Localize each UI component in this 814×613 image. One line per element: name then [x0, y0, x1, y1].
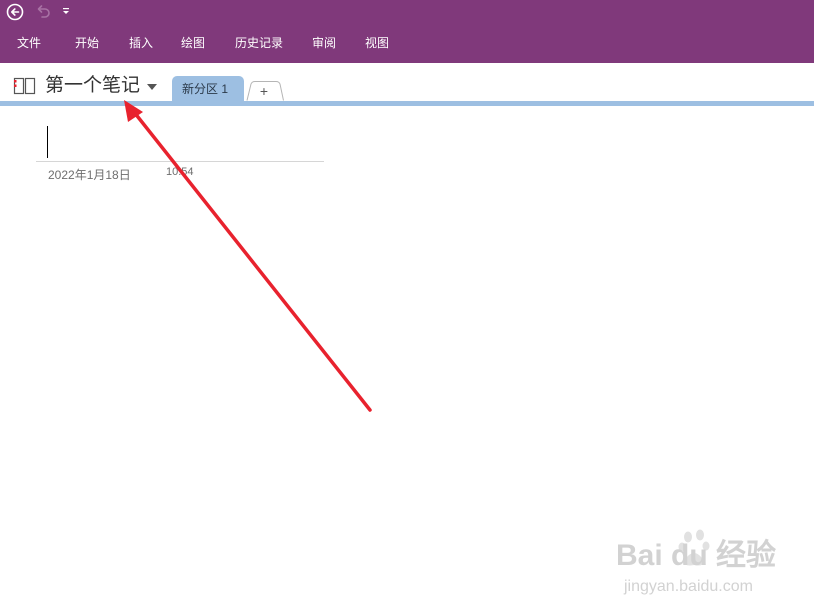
ribbon-tab-bar: 文件 开始 插入 绘图 历史记录 审阅 视图 — [0, 25, 814, 63]
tab-draw[interactable]: 绘图 — [181, 36, 205, 50]
tab-history[interactable]: 历史记录 — [235, 36, 283, 50]
onenote-window: 文件 开始 插入 绘图 历史记录 审阅 视图 第一个笔记 新分区 1 + 202… — [0, 0, 814, 613]
back-circle-icon[interactable] — [6, 3, 24, 21]
notebook-bar: 第一个笔记 新分区 1 + — [0, 63, 814, 101]
watermark-url: jingyan.baidu.com — [623, 578, 753, 595]
page-title-underline — [36, 161, 324, 162]
page-date: 2022年1月18日 — [48, 168, 131, 182]
baidu-jingyan-watermark: Bai du 经验 jingyan.baidu.com — [616, 529, 776, 595]
tab-file[interactable]: 文件 — [17, 36, 41, 50]
text-cursor — [47, 126, 48, 158]
chevron-down-icon[interactable] — [146, 83, 158, 91]
notebook-icon[interactable] — [13, 77, 37, 95]
add-section-label: + — [260, 83, 268, 99]
undo-icon[interactable] — [34, 3, 52, 21]
tab-review[interactable]: 审阅 — [312, 36, 336, 50]
add-section-button[interactable]: + — [246, 81, 284, 101]
quick-access-toolbar — [0, 0, 814, 25]
tab-home[interactable]: 开始 — [75, 36, 99, 50]
notebook-name[interactable]: 第一个笔记 — [45, 75, 140, 97]
customize-quick-access-icon[interactable] — [60, 4, 72, 18]
page-time: 10:54 — [166, 166, 194, 178]
section-tab-label: 新分区 1 — [182, 82, 229, 96]
section-tab-active[interactable]: 新分区 1 — [172, 76, 244, 101]
tab-insert[interactable]: 插入 — [129, 36, 153, 50]
tab-view[interactable]: 视图 — [365, 36, 389, 50]
watermark-brand: Bai du 经验 — [616, 538, 776, 572]
